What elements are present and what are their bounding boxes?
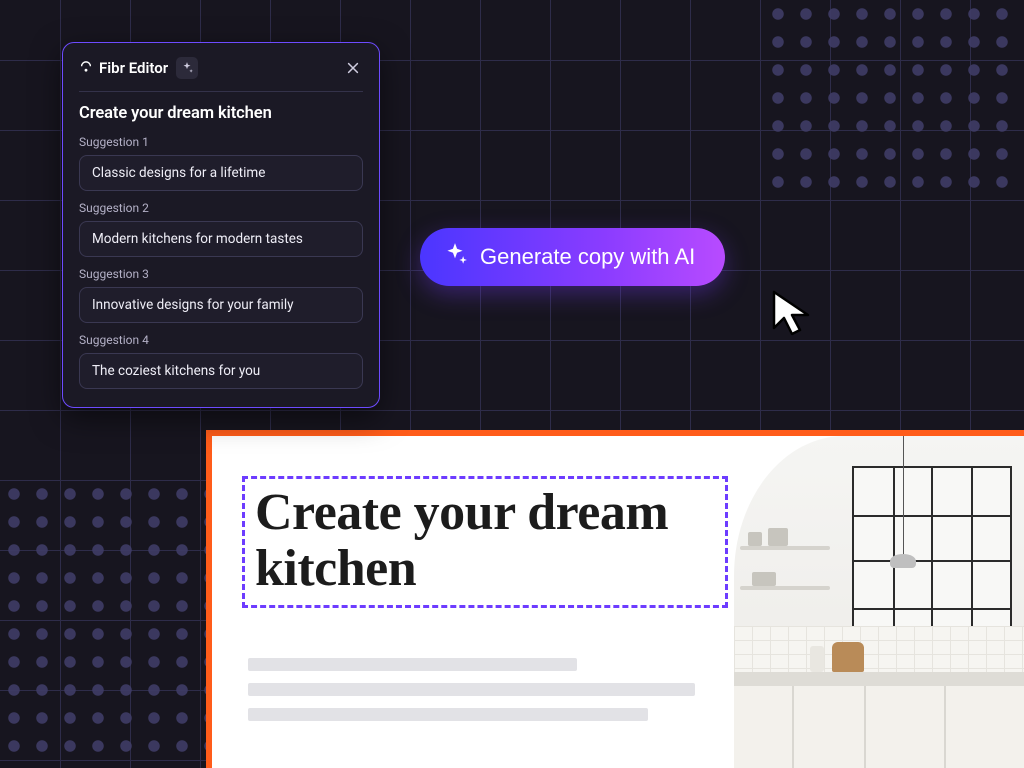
- sparkle-icon: [176, 57, 198, 79]
- decorative-dots-top-right: [764, 0, 1024, 200]
- close-button[interactable]: [343, 58, 363, 78]
- generate-copy-button[interactable]: Generate copy with AI: [420, 228, 725, 286]
- canvas-page: Create your dream kitchen: [206, 430, 1024, 768]
- body-text-placeholder: [248, 658, 718, 733]
- hero-image: [734, 436, 1024, 768]
- brand-text: Fibr Editor: [99, 59, 168, 77]
- editor-panel: Fibr Editor Create your dream kitchen Su…: [62, 42, 380, 408]
- suggestion-option[interactable]: The coziest kitchens for you: [79, 353, 363, 389]
- decorative-dots-bottom-left: [0, 480, 210, 768]
- editor-header: Fibr Editor: [79, 57, 363, 92]
- pendant-light-graphic: [890, 554, 916, 568]
- suggestion-label: Suggestion 2: [79, 201, 363, 215]
- sparkle-icon: [442, 241, 468, 273]
- generate-copy-label: Generate copy with AI: [480, 244, 695, 270]
- editor-title: Create your dream kitchen: [79, 104, 363, 123]
- suggestion-option[interactable]: Modern kitchens for modern tastes: [79, 221, 363, 257]
- brand-label: Fibr Editor: [79, 59, 168, 77]
- selected-headline-block[interactable]: Create your dream kitchen: [242, 476, 728, 608]
- cursor-icon: [770, 288, 812, 336]
- suggestion-label: Suggestion 3: [79, 267, 363, 281]
- suggestion-option[interactable]: Innovative designs for your family: [79, 287, 363, 323]
- suggestion-option[interactable]: Classic designs for a lifetime: [79, 155, 363, 191]
- suggestion-label: Suggestion 4: [79, 333, 363, 347]
- brand-mark-icon: [79, 61, 93, 75]
- suggestion-label: Suggestion 1: [79, 135, 363, 149]
- page-headline: Create your dream kitchen: [255, 485, 715, 597]
